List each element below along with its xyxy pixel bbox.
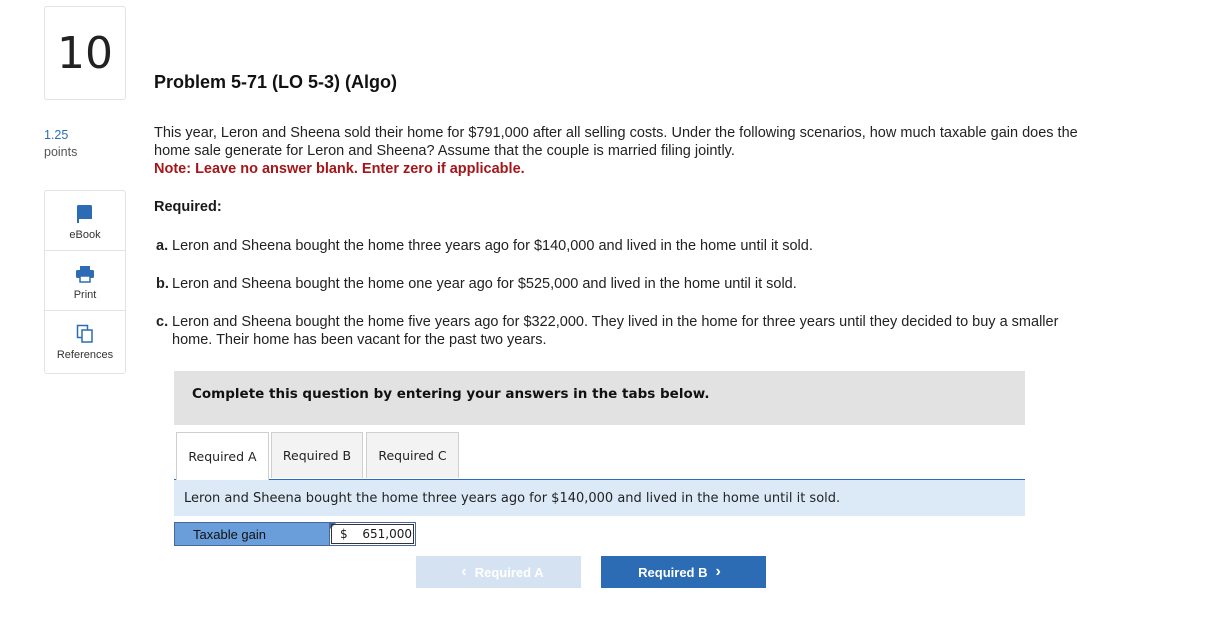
points-value: 1.25 (44, 128, 69, 142)
prev-button[interactable]: ‹ Required A (416, 556, 581, 588)
question-intro: This year, Leron and Sheena sold their h… (154, 125, 1078, 159)
required-heading: Required: (154, 199, 222, 215)
problem-title: Problem 5-71 (LO 5-3) (Algo) (154, 72, 398, 92)
question-note: Note: Leave no answer blank. Enter zero … (154, 161, 525, 177)
instruction-text: Complete this question by entering your … (192, 386, 710, 402)
next-button[interactable]: Required B › (601, 556, 766, 588)
printer-icon (75, 263, 95, 285)
item-letter: b. (156, 276, 169, 292)
question-intro-block: This year, Leron and Sheena sold their h… (154, 124, 1104, 178)
tab-bar: Required A Required B Required C (174, 431, 1025, 480)
tab-required-a[interactable]: Required A (176, 432, 269, 480)
currency-symbol: $ (340, 527, 348, 541)
print-button[interactable]: Print (45, 251, 125, 311)
tab-question-row: Leron and Sheena bought the home three y… (174, 480, 1025, 516)
copy-icon (76, 323, 94, 345)
item-letter: c. (156, 314, 169, 330)
book-icon (76, 203, 94, 225)
item-text: Leron and Sheena bought the home three y… (172, 238, 813, 254)
answer-label: Taxable gain (174, 522, 330, 546)
chevron-right-icon: › (715, 563, 721, 580)
print-label: Print (73, 289, 97, 301)
tab-required-c[interactable]: Required C (366, 432, 459, 478)
item-text: Leron and Sheena bought the home five ye… (172, 314, 1059, 348)
required-item-c: c. Leron and Sheena bought the home five… (156, 313, 1096, 349)
item-letter: a. (156, 238, 169, 254)
chevron-left-icon: ‹ (461, 563, 467, 580)
instruction-panel: Complete this question by entering your … (174, 371, 1025, 425)
next-label: Required B (638, 564, 708, 580)
answer-value[interactable]: 651,000 (362, 527, 412, 541)
references-button[interactable]: References (45, 311, 125, 371)
required-item-b: b. Leron and Sheena bought the home one … (156, 275, 1096, 293)
tab-required-b[interactable]: Required B (271, 432, 363, 478)
references-label: References (56, 349, 114, 361)
tools-panel: eBook Print References (44, 190, 126, 374)
item-text: Leron and Sheena bought the home one yea… (172, 276, 797, 292)
taxable-gain-input[interactable]: $ 651,000 (330, 522, 416, 546)
question-number: 10 (44, 6, 126, 100)
answer-row: Taxable gain $ 651,000 (174, 522, 416, 546)
ebook-label: eBook (69, 229, 101, 241)
required-item-a: a. Leron and Sheena bought the home thre… (156, 237, 1096, 255)
tab-question-text: Leron and Sheena bought the home three y… (184, 490, 841, 506)
prev-label: Required A (474, 564, 544, 580)
ebook-button[interactable]: eBook (45, 191, 125, 251)
points-label: points (44, 145, 78, 159)
points-block: 1.25 points (44, 127, 77, 161)
